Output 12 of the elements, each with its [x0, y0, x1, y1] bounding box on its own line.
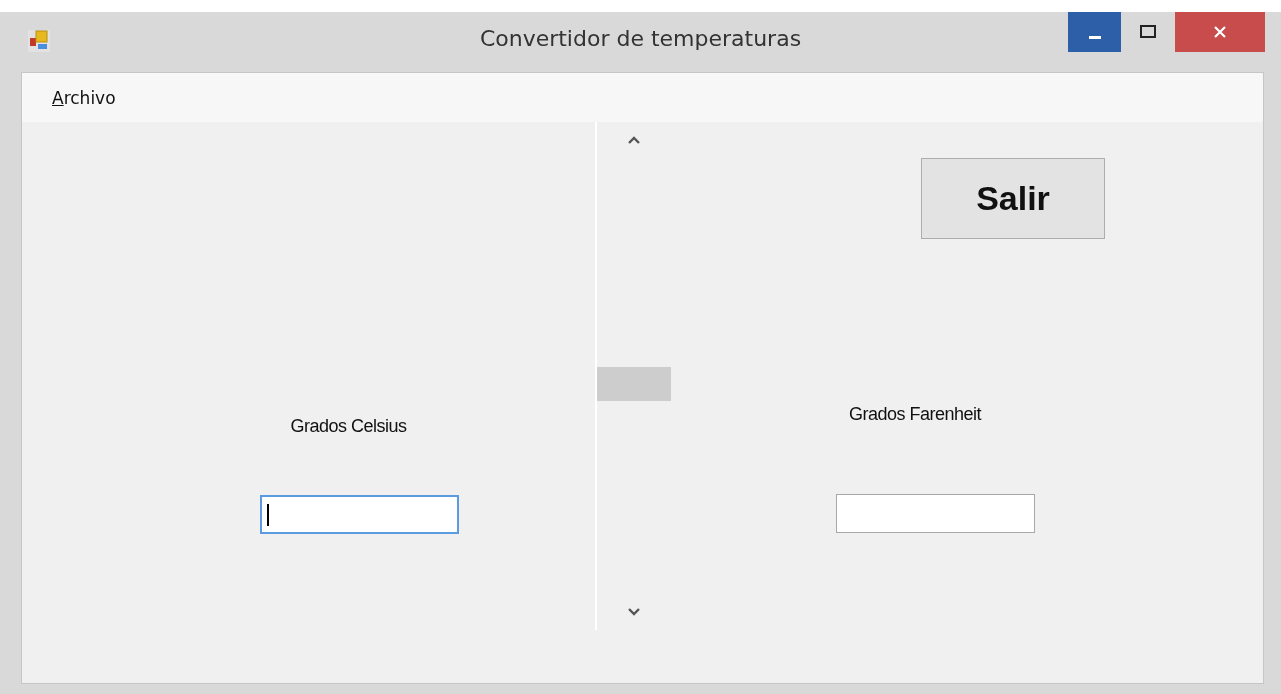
exit-button[interactable]: Salir — [921, 158, 1105, 239]
app-icon — [28, 30, 50, 52]
minimize-icon — [1088, 35, 1101, 39]
menu-item[interactable]: Archivo — [46, 85, 122, 110]
window-title: Convertidor de temperaturas — [478, 26, 803, 51]
input-field[interactable] — [260, 495, 459, 534]
field-label: Grados Farenheit — [849, 404, 982, 425]
input-field[interactable] — [836, 494, 1035, 533]
field-label: Grados Celsius — [290, 416, 407, 437]
close-icon — [1213, 25, 1227, 39]
maximize-icon — [1140, 25, 1156, 39]
scroll-thumb[interactable] — [597, 367, 671, 401]
